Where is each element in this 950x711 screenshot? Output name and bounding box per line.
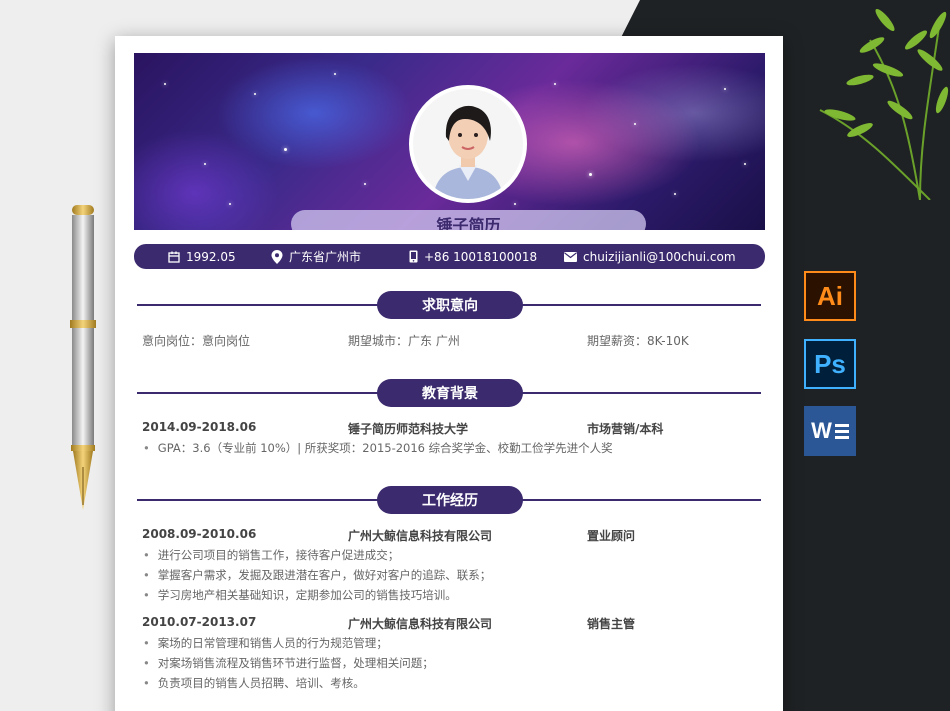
job-duty: 案场的日常管理和销售人员的行为规范管理； (143, 635, 388, 651)
pen-decoration (70, 205, 96, 510)
edu-major: 市场营销/本科 (587, 422, 664, 436)
work-title: 工作经历 (377, 486, 523, 514)
illustrator-icon: Ai (804, 271, 856, 321)
job-period: 2010.07-2013.07 (142, 615, 257, 629)
edu-period: 2014.09-2018.06 (142, 420, 257, 434)
birth-text: 1992.05 (186, 249, 236, 264)
photoshop-icon: Ps (804, 339, 856, 389)
job-duty: 掌握客户需求，发掘及跟进潜在客户，做好对客户的追踪、联系； (143, 567, 492, 583)
location-pin-icon (271, 249, 283, 264)
birth-item: 1992.05 (168, 244, 236, 269)
email-text: chuizijianli@100chui.com (583, 249, 736, 264)
job-company: 广州大鲸信息科技有限公司 (348, 617, 493, 631)
job-intent-header: 求职意向 (137, 291, 761, 319)
job-duty: 进行公司项目的销售工作，接待客户促进成交； (143, 547, 400, 563)
intent-salary: 期望薪资：8K-10K (587, 334, 689, 348)
plant-decoration (819, 8, 949, 200)
resume-paper: 锤子简历 1992.05 广东省广州市 +86 10018100018 chui… (115, 36, 783, 711)
work-header: 工作经历 (137, 486, 761, 514)
job-duty: 负责项目的销售人员招聘、培训、考核。 (143, 675, 365, 691)
avatar (409, 85, 527, 203)
phone-item: +86 10018100018 (409, 244, 537, 269)
word-icon: W (804, 406, 856, 456)
edu-detail: GPA：3.6（专业前 10%）| 所获奖项：2015-2016 综合奖学金、校… (143, 440, 613, 456)
calendar-icon (168, 251, 180, 263)
education-title: 教育背景 (377, 379, 523, 407)
intent-position: 意向岗位：意向岗位 (142, 334, 251, 348)
job-role: 销售主管 (587, 617, 636, 631)
envelope-icon (564, 251, 577, 262)
location-item: 广东省广州市 (271, 244, 361, 269)
job-intent-title: 求职意向 (377, 291, 523, 319)
education-header: 教育背景 (137, 379, 761, 407)
galaxy-banner: 锤子简历 (134, 53, 765, 230)
location-text: 广东省广州市 (289, 250, 362, 264)
intent-city: 期望城市：广东 广州 (348, 334, 460, 348)
phone-text: +86 10018100018 (424, 249, 538, 264)
job-duty: 学习房地产相关基础知识，定期参加公司的销售技巧培训。 (143, 587, 457, 603)
contact-bar: 1992.05 广东省广州市 +86 10018100018 chuizijia… (134, 244, 765, 269)
edu-school: 锤子简历师范科技大学 (348, 422, 469, 436)
job-duty: 对案场销售流程及销售环节进行监督，处理相关问题； (143, 655, 434, 671)
job-role: 置业顾问 (587, 529, 636, 543)
email-item: chuizijianli@100chui.com (564, 244, 736, 269)
job-company: 广州大鲸信息科技有限公司 (348, 529, 493, 543)
job-period: 2008.09-2010.06 (142, 527, 257, 541)
resume-name: 锤子简历 (291, 210, 646, 230)
phone-icon (409, 250, 418, 263)
